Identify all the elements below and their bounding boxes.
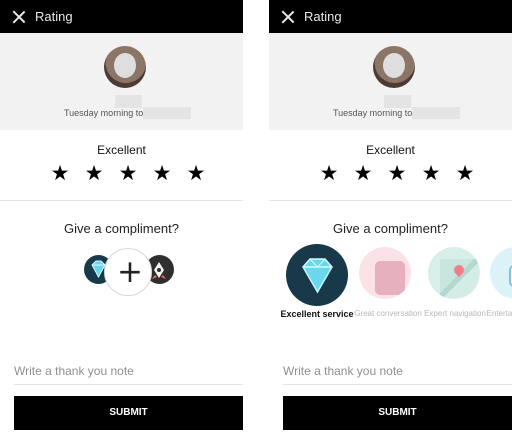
avatar	[373, 46, 415, 88]
star-icon[interactable]: ★	[186, 162, 206, 184]
top-bar: Rating	[0, 0, 243, 33]
screen-title: Rating	[304, 9, 342, 24]
entertainment-icon	[490, 247, 512, 299]
compliment-label: Entertaining driver	[486, 309, 512, 318]
trip-text: Tuesday morning to	[333, 108, 413, 118]
star-icon[interactable]: ★	[152, 162, 172, 184]
close-icon[interactable]	[281, 10, 295, 24]
add-compliment-button[interactable]: +	[104, 248, 152, 296]
rating-screen-left: Rating Tuesday morning to Excellent ★ ★ …	[0, 0, 243, 432]
diamond-icon	[286, 244, 348, 306]
submit-button[interactable]: SUBMIT	[283, 396, 512, 430]
plus-icon: +	[117, 254, 143, 290]
trip-line: Tuesday morning to	[0, 107, 243, 121]
input-underline	[14, 384, 243, 385]
pin-icon	[451, 262, 467, 278]
thank-you-note-input[interactable]	[14, 361, 243, 381]
screen-title: Rating	[35, 9, 73, 24]
star-icon[interactable]: ★	[455, 162, 475, 184]
star-icon[interactable]: ★	[353, 162, 373, 184]
driver-panel: Tuesday morning to	[269, 33, 512, 130]
compliment-title: Give a compliment?	[333, 221, 448, 236]
rating-label: Excellent	[97, 143, 146, 157]
compliment-title: Give a compliment?	[64, 221, 179, 236]
compliment-carousel[interactable]: Excellent service Great conversation Exp…	[269, 244, 512, 354]
star-icon[interactable]: ★	[50, 162, 70, 184]
input-underline	[283, 384, 512, 385]
star-icon[interactable]: ★	[421, 162, 441, 184]
thumb-shape	[375, 261, 405, 295]
navigation-icon	[428, 247, 480, 299]
star-icon[interactable]: ★	[319, 162, 339, 184]
trip-line: Tuesday morning to	[269, 107, 512, 121]
close-icon[interactable]	[12, 10, 26, 24]
compliment-label: Excellent service	[280, 309, 354, 319]
destination-redaction	[143, 107, 191, 119]
submit-button[interactable]: SUBMIT	[14, 396, 243, 430]
avatar	[104, 46, 146, 88]
compliment-entertaining-driver[interactable]: Entertaining driver	[484, 244, 512, 354]
star-rating[interactable]: ★ ★ ★ ★ ★	[50, 162, 206, 188]
avatar-redaction	[114, 53, 136, 78]
thumbs-up-icon	[359, 247, 411, 299]
star-icon[interactable]: ★	[387, 162, 407, 184]
driver-panel: Tuesday morning to	[0, 33, 243, 130]
rating-label: Excellent	[366, 143, 415, 157]
star-icon[interactable]: ★	[84, 162, 104, 184]
destination-redaction	[412, 107, 460, 119]
compliment-great-conversation[interactable]: Great conversation	[354, 244, 428, 354]
divider	[269, 200, 512, 201]
top-bar: Rating	[269, 0, 512, 33]
star-rating[interactable]: ★ ★ ★ ★ ★	[319, 162, 475, 188]
map-shape	[440, 259, 478, 297]
thank-you-note-input[interactable]	[283, 361, 512, 381]
rating-screen-right: Rating Tuesday morning to Excellent ★ ★ …	[269, 0, 512, 432]
trip-text: Tuesday morning to	[64, 108, 144, 118]
divider	[0, 200, 243, 201]
avatar-redaction	[383, 53, 405, 78]
star-icon[interactable]: ★	[118, 162, 138, 184]
compliment-excellent-service[interactable]: Excellent service	[278, 244, 354, 354]
diamond-graphic	[302, 258, 333, 294]
